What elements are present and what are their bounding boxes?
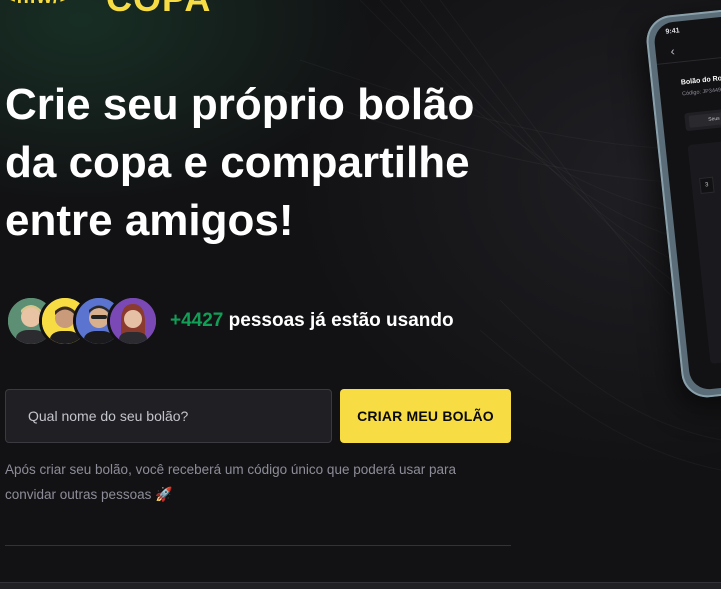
phone-status-time: 9:41 (665, 27, 680, 36)
rocket-icon: 🚀 (155, 486, 173, 502)
user-count: +4427 (170, 310, 224, 331)
phone-score-box: 3 (699, 176, 715, 195)
helper-description: Após criar seu bolão, você receberá um c… (5, 462, 457, 502)
user-avatars-group (5, 295, 165, 347)
pool-name-input[interactable] (5, 389, 332, 443)
hero-headline: Crie seu próprio bolão da copa e compart… (5, 80, 475, 245)
phone-game-card (687, 132, 721, 364)
logo-copa-wordmark: COPA (106, 0, 211, 20)
usage-counter-text: +4427 pessoas já estão usando (170, 310, 454, 332)
phone-tab: Seus (688, 110, 721, 128)
usage-label: pessoas já estão usando (223, 310, 454, 331)
user-avatar (107, 295, 159, 347)
phone-tab-bar: Seus (684, 100, 721, 132)
section-divider (5, 545, 511, 546)
phone-pool-name: Bolão do Rodr (680, 74, 721, 87)
phone-header-divider (656, 50, 721, 65)
person-avatar-icon (110, 298, 156, 344)
create-pool-button[interactable]: CRIAR MEU BOLÃO (340, 389, 511, 443)
logo-nlw-mark: <nlw/> (4, 0, 72, 9)
phone-screen: 9:41 ‹ B Bolão do Rodr Código: JP3449 Se… (652, 10, 721, 392)
phone-pool-code: Código: JP3449 (681, 87, 721, 98)
helper-text: Após criar seu bolão, você receberá um c… (5, 458, 505, 507)
phone-app-preview: 9:41 ‹ B Bolão do Rodr Código: JP3449 Se… (644, 3, 721, 400)
chevron-left-icon: ‹ (669, 44, 676, 59)
